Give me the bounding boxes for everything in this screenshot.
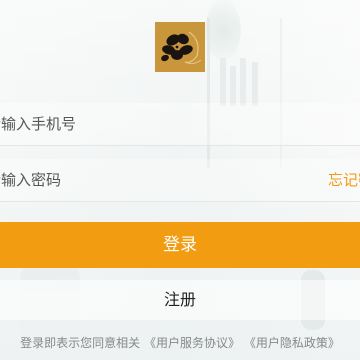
background-book: [220, 58, 226, 106]
agreement-notice: 登录即表示您同意相关 《用户服务协议》 《用户隐私政策》: [0, 334, 360, 351]
agreement-prefix: 登录即表示您同意相关: [20, 336, 141, 350]
phone-input[interactable]: [0, 103, 306, 145]
phone-field-row: [0, 103, 360, 146]
background-book: [240, 58, 246, 106]
background-book: [252, 62, 258, 106]
app-logo: [155, 22, 205, 72]
forgot-password-link[interactable]: 忘记密码: [328, 159, 360, 201]
register-button[interactable]: 注册: [0, 280, 360, 320]
flower-logo-icon: [155, 22, 205, 72]
user-service-agreement-link[interactable]: 《用户服务协议》: [144, 336, 240, 350]
password-input[interactable]: [0, 159, 306, 201]
background-book: [230, 66, 236, 106]
login-button[interactable]: 登录: [0, 222, 360, 268]
privacy-policy-link[interactable]: 《用户隐私政策》: [244, 336, 340, 350]
password-field-row: 忘记密码: [0, 159, 360, 202]
